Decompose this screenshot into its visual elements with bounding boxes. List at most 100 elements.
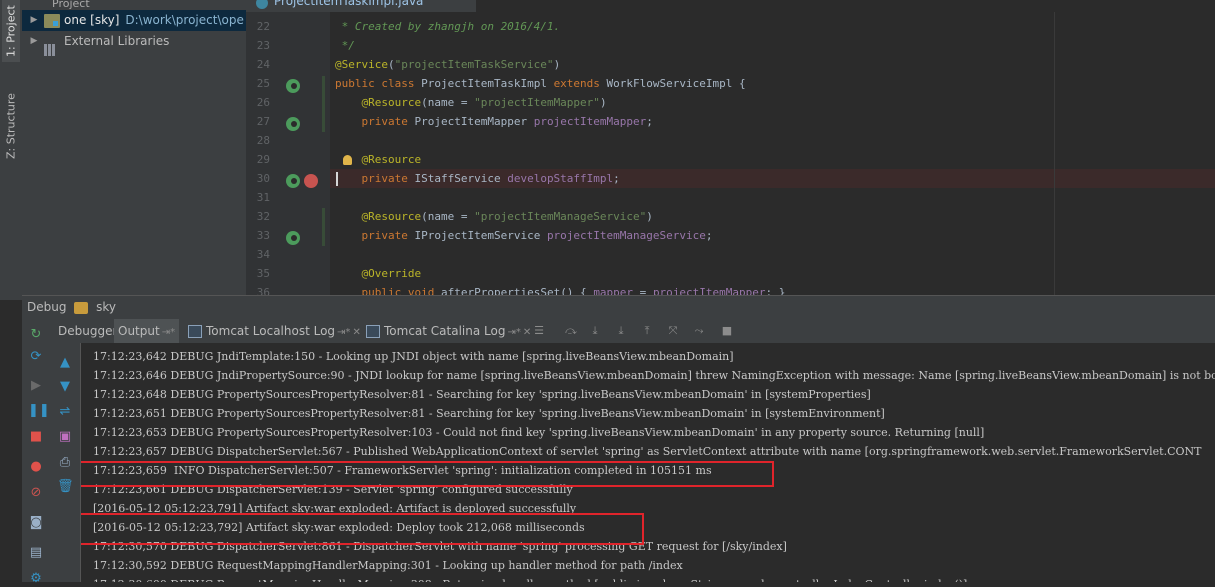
step-out-icon[interactable]: ⤒	[640, 324, 654, 338]
run-config-name: sky	[96, 300, 116, 314]
spring-bean-icon[interactable]	[286, 117, 300, 131]
code-text: */	[335, 39, 355, 52]
pause-icon[interactable]: ❚❚	[28, 403, 50, 419]
evaluate-icon[interactable]: ■	[720, 324, 734, 338]
code-text: @Override	[361, 267, 422, 280]
tab-project[interactable]: 1: Project	[2, 0, 20, 62]
tab-tomcat-catalina-log[interactable]: Tomcat Catalina Log ⇥* ✕	[362, 319, 535, 343]
code-text: private IProjectItemService projectItemM…	[361, 229, 713, 242]
tab-structure[interactable]: Z: Structure	[2, 84, 20, 168]
camera-icon[interactable]: ◙	[28, 515, 44, 531]
code-text: private IStaffService developStaffImpl;	[361, 172, 620, 185]
line-number: 33	[256, 229, 270, 242]
code-line[interactable]: 34	[246, 245, 1215, 264]
step-into-icon[interactable]: ⤓	[588, 324, 602, 338]
code-text: private ProjectItemMapper projectItemMap…	[361, 115, 653, 128]
code-line[interactable]: 28	[246, 131, 1215, 150]
code-text: public void afterPropertiesSet() { mappe…	[361, 286, 786, 295]
log-tab-icon	[366, 325, 380, 338]
code-line[interactable]: 22 * Created by zhangjh on 2016/4/1.	[246, 17, 1215, 36]
expand-arrow-icon[interactable]: ▶	[28, 10, 40, 31]
pin-icon[interactable]: ⇥*	[507, 327, 520, 338]
code-line[interactable]: 27 private ProjectItemMapper projectItem…	[246, 112, 1215, 131]
stop-icon[interactable]: ■	[28, 429, 44, 445]
console-line: 17:12:30,600 DEBUG RequestMappingHandler…	[93, 575, 967, 582]
pin-icon[interactable]: ⇥*	[162, 327, 175, 338]
spring-bean-icon[interactable]	[286, 174, 300, 188]
code-line[interactable]: 31	[246, 188, 1215, 207]
close-icon[interactable]: ✕	[523, 327, 531, 338]
line-number: 24	[256, 58, 270, 71]
project-panel: Project ▶ one [sky] D:\work\project\ope …	[22, 0, 246, 295]
view-breakpoints-icon[interactable]: ●	[28, 459, 44, 475]
layout-icon[interactable]: ▤	[28, 545, 44, 561]
code-line[interactable]: 23 */	[246, 36, 1215, 55]
force-step-into-icon[interactable]: ⤓	[614, 324, 628, 338]
console-line: 17:12:23,657 DEBUG DispatcherServlet:567…	[93, 445, 1202, 458]
console-line: 17:12:23,642 DEBUG JndiTemplate:150 - Lo…	[93, 350, 734, 363]
tab-tomcat-localhost-log[interactable]: Tomcat Localhost Log ⇥* ✕	[184, 319, 365, 343]
rerun-icon[interactable]: ↻	[28, 327, 44, 343]
scroll-up-icon[interactable]: ▲	[57, 355, 73, 371]
text-caret	[336, 172, 338, 186]
print-icon[interactable]: ⎙	[57, 455, 73, 471]
tree-item-external-libraries[interactable]: ▶ External Libraries	[22, 31, 246, 56]
line-number: 30	[256, 172, 270, 185]
update-app-icon[interactable]: ⟳	[28, 349, 44, 365]
code-line[interactable]: 35 @Override	[246, 264, 1215, 283]
module-folder-icon	[44, 13, 60, 28]
spring-bean-icon[interactable]	[286, 231, 300, 245]
class-file-icon	[256, 0, 268, 9]
error-marker-icon[interactable]	[304, 174, 318, 188]
code-line[interactable]: 30 private IStaffService developStaffImp…	[246, 169, 1215, 188]
console-line: 17:12:23,648 DEBUG PropertySourcesProper…	[93, 388, 871, 401]
line-number: 27	[256, 115, 270, 128]
console-actions-column: ▲ ▼ ⇌ ▣ ⎙ 🗑	[50, 343, 81, 582]
console-line: 17:12:23,653 DEBUG PropertySourcesProper…	[93, 426, 985, 439]
soft-wrap-icon[interactable]: ⇌	[57, 404, 73, 420]
highlight-box-deploy-time	[81, 513, 644, 545]
show-execution-point-icon[interactable]: ☰	[532, 324, 546, 338]
editor-file-tab[interactable]: ProjectItemTaskImpl.java	[246, 0, 476, 12]
tab-debugger[interactable]: Debugger	[54, 319, 121, 343]
line-number: 34	[256, 248, 270, 261]
code-line[interactable]: 25 public class ProjectItemTaskImpl exten…	[246, 74, 1215, 93]
code-line[interactable]: 36 public void afterPropertiesSet() { ma…	[246, 283, 1215, 295]
expand-arrow-icon[interactable]: ▶	[28, 31, 40, 52]
run-to-cursor-icon[interactable]: ⤳	[692, 324, 706, 338]
code-text: * Created by zhangjh on 2016/4/1.	[335, 20, 561, 33]
code-line[interactable]: 24 @Service("projectItemTaskService")	[246, 55, 1215, 74]
code-editor[interactable]: ProjectItemTaskImpl.java 22 * Created by…	[246, 0, 1215, 295]
code-line[interactable]: 32 @Resource(name = "projectItemManageSe…	[246, 207, 1215, 226]
close-icon[interactable]: ✕	[352, 327, 360, 338]
line-number: 22	[256, 20, 270, 33]
code-line[interactable]: 26 @Resource(name = "projectItemMapper")	[246, 93, 1215, 112]
left-tool-strip: 1: Project Z: Structure	[0, 0, 23, 300]
lightbulb-icon[interactable]	[343, 155, 352, 165]
project-path: D:\work\project\ope	[125, 13, 244, 27]
scroll-down-icon[interactable]: ▼	[57, 379, 73, 395]
line-number: 31	[256, 191, 270, 204]
step-over-icon[interactable]: ⤼	[564, 324, 578, 338]
spring-bean-icon[interactable]	[286, 79, 300, 93]
resume-icon[interactable]: ▶	[28, 378, 44, 394]
tree-item-project[interactable]: ▶ one [sky] D:\work\project\ope	[22, 10, 246, 31]
project-panel-header: Project	[22, 0, 246, 10]
line-number: 35	[256, 267, 270, 280]
tree-item-label: External Libraries	[64, 34, 170, 48]
console-line: 17:12:23,646 DEBUG JndiPropertySource:90…	[93, 369, 1215, 382]
mute-breakpoints-icon[interactable]: ⊘	[28, 485, 44, 501]
code-line[interactable]: 29 @Resource	[246, 150, 1215, 169]
tab-output[interactable]: Output ⇥*	[114, 319, 180, 343]
console-output[interactable]: 17:12:23,642 DEBUG JndiTemplate:150 - Lo…	[81, 343, 1215, 582]
code-line[interactable]: 33 private IProjectItemService projectIt…	[246, 226, 1215, 245]
drop-frame-icon[interactable]: ⤧	[666, 324, 680, 338]
line-number: 23	[256, 39, 270, 52]
debug-toolbar: Debugger Output ⇥* Tomcat Localhost Log ⇥*…	[22, 319, 1215, 344]
line-number: 29	[256, 153, 270, 166]
scroll-to-end-icon[interactable]: ▣	[57, 429, 73, 445]
highlight-box-init-completed	[81, 461, 774, 487]
pin-icon[interactable]: ⇥*	[337, 327, 350, 338]
settings-icon[interactable]: ⚙	[28, 571, 44, 587]
clear-all-icon[interactable]: 🗑	[57, 479, 74, 495]
